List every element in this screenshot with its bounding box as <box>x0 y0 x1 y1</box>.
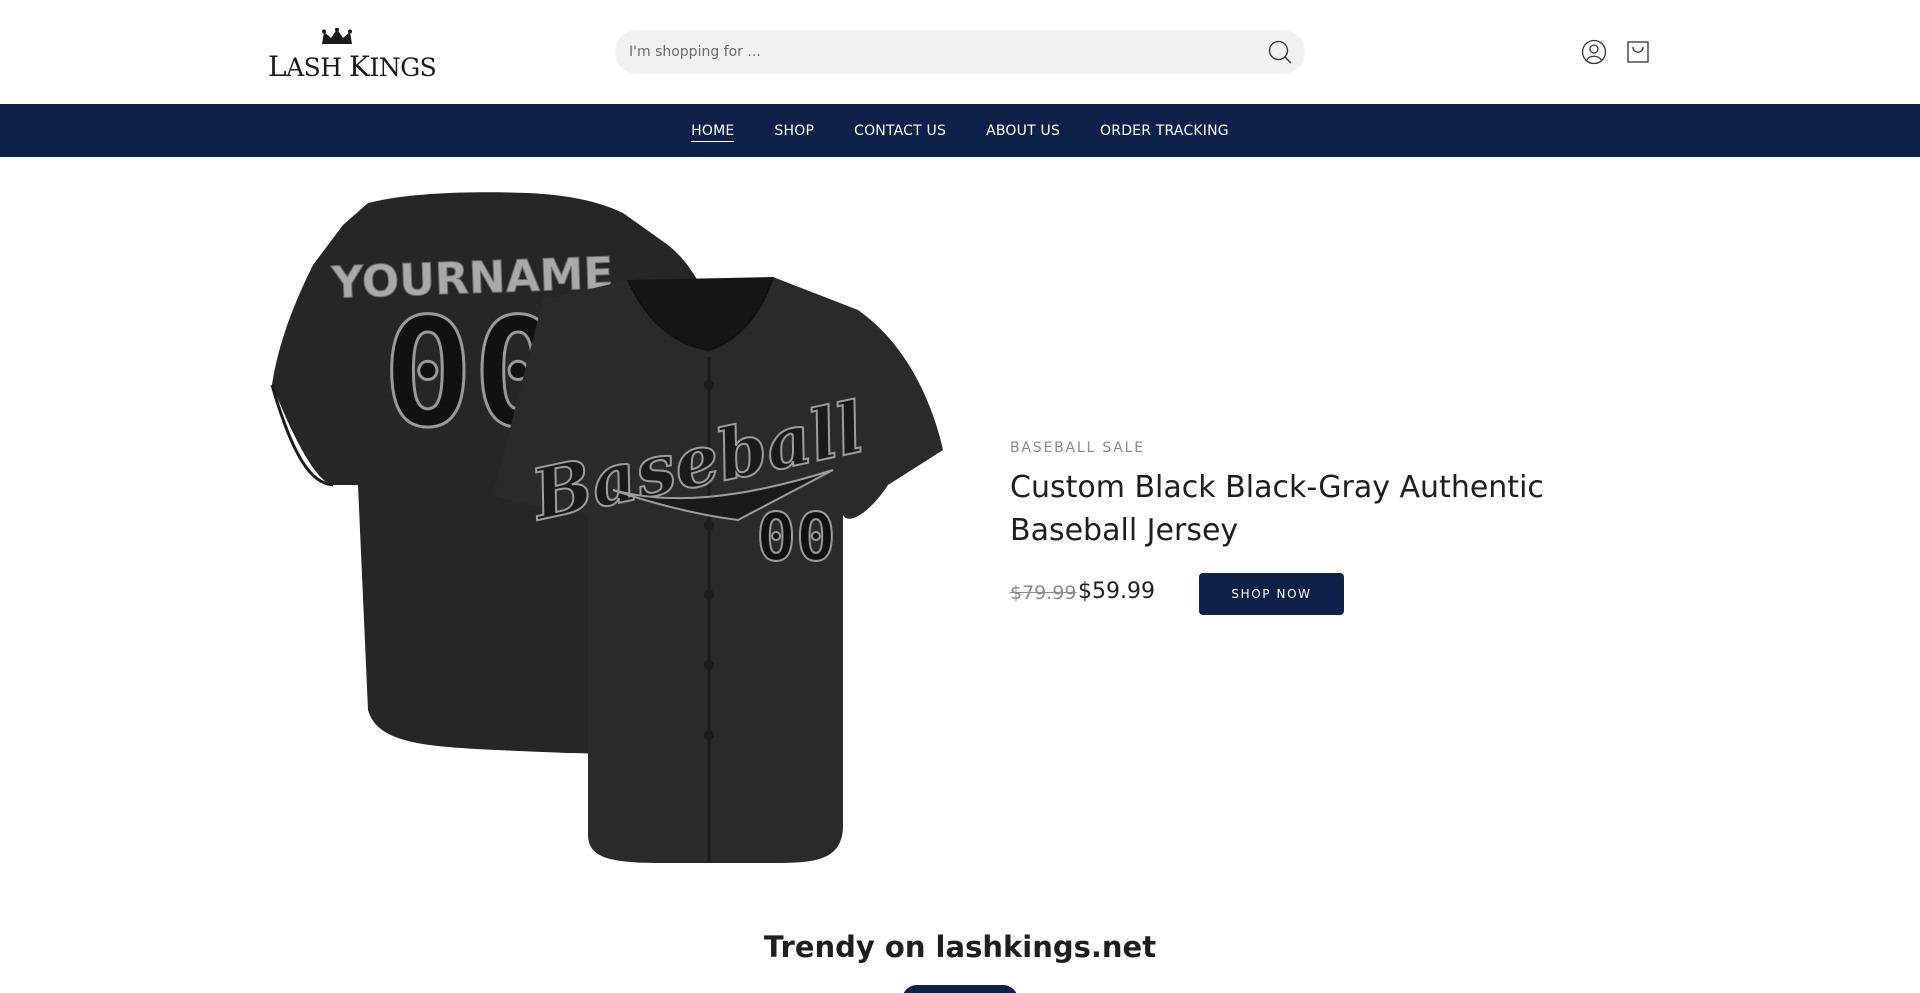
brand-wordmark: LASH KINGS <box>268 50 437 83</box>
site-logo[interactable]: LASH KINGS <box>268 28 437 83</box>
nav-item-contact-us[interactable]: CONTACT US <box>854 119 946 143</box>
nav-item-about-us[interactable]: ABOUT US <box>986 119 1060 143</box>
product-image-jersey[interactable]: YOURNAME 00 Baseball 00 <box>268 185 948 865</box>
nav-item-order-tracking[interactable]: ORDER TRACKING <box>1100 119 1229 143</box>
nav-list: HOME SHOP CONTACT US ABOUT US ORDER TRAC… <box>0 104 1920 157</box>
product-category: BASEBALL SALE <box>1010 440 1145 456</box>
search-input[interactable] <box>629 30 1229 74</box>
product-title[interactable]: Custom Black Black-Gray Authentic Baseba… <box>1010 466 1630 552</box>
price-sale: $59.99 <box>1078 579 1155 604</box>
nav-item-home[interactable]: HOME <box>691 119 735 142</box>
shop-now-button[interactable]: SHOP NOW <box>1199 573 1344 615</box>
price-original: $79.99 <box>1010 582 1077 604</box>
main-nav: HOME SHOP CONTACT US ABOUT US ORDER TRAC… <box>0 104 1920 157</box>
trending-section-title: Trendy on lashkings.net <box>763 930 1157 964</box>
price-row: $79.99 $59.99 SHOP NOW <box>1010 573 1410 615</box>
search-icon[interactable] <box>1267 39 1293 65</box>
section-tab-pill[interactable] <box>902 985 1018 993</box>
crown-icon <box>322 28 352 44</box>
product-info: BASEBALL SALE Custom Black Black-Gray Au… <box>1010 440 1630 615</box>
jersey-front-number: 00 <box>756 499 835 576</box>
site-header: LASH KINGS <box>0 0 1920 104</box>
search-bar <box>615 30 1305 74</box>
nav-item-shop[interactable]: SHOP <box>774 119 814 143</box>
cart-icon[interactable] <box>1624 38 1652 66</box>
user-icon[interactable] <box>1580 38 1608 66</box>
